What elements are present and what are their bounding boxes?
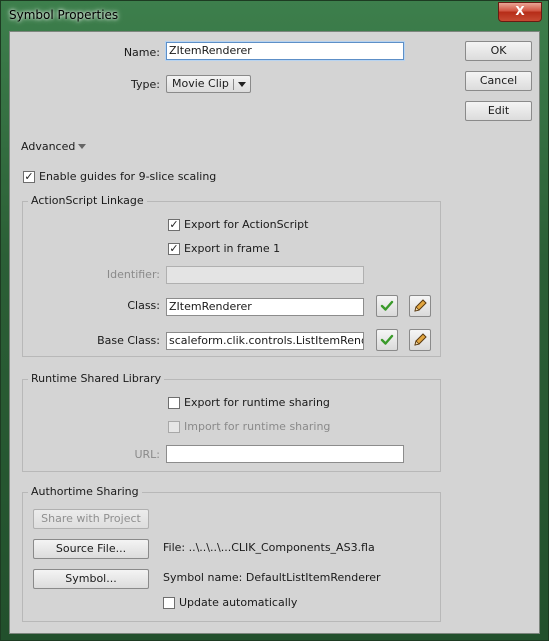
- actionscript-linkage-title: ActionScript Linkage: [28, 194, 147, 207]
- ok-button[interactable]: OK: [465, 41, 532, 61]
- type-select[interactable]: Movie Clip: [166, 75, 251, 93]
- edit-base-class-button[interactable]: [409, 329, 431, 351]
- select-separator: [233, 79, 234, 90]
- source-file-button[interactable]: Source File...: [33, 539, 149, 559]
- identifier-label: Identifier:: [106, 268, 160, 281]
- dialog-window: Symbol Properties X Name: ZItemRenderer …: [0, 0, 549, 641]
- window-title: Symbol Properties: [9, 8, 119, 22]
- enable-guides-checkbox[interactable]: ✓: [23, 171, 35, 183]
- title-bar[interactable]: Symbol Properties X: [1, 1, 548, 31]
- validate-class-button[interactable]: [376, 295, 398, 317]
- export-frame1-checkbox[interactable]: ✓: [168, 243, 180, 255]
- cancel-button[interactable]: Cancel: [465, 71, 532, 91]
- validate-base-class-button[interactable]: [376, 329, 398, 351]
- pencil-icon: [414, 299, 427, 312]
- base-class-input[interactable]: scaleform.clik.controls.ListItemRenderer: [166, 332, 364, 350]
- type-label: Type:: [131, 78, 160, 91]
- class-label: Class:: [127, 299, 160, 312]
- edit-button[interactable]: Edit: [465, 101, 532, 121]
- source-file-text: File: ..\..\..\...CLIK_Components_AS3.fl…: [163, 541, 375, 554]
- edit-class-button[interactable]: [409, 295, 431, 317]
- class-input[interactable]: ZItemRenderer: [166, 298, 364, 316]
- export-actionscript-checkbox[interactable]: ✓: [168, 219, 180, 231]
- identifier-input[interactable]: [166, 266, 364, 284]
- type-select-value: Movie Clip: [172, 77, 229, 90]
- share-with-project-button[interactable]: Share with Project: [33, 509, 149, 529]
- import-runtime-label: Import for runtime sharing: [184, 420, 331, 433]
- import-runtime-checkbox[interactable]: [168, 421, 180, 433]
- advanced-toggle[interactable]: Advanced: [21, 140, 111, 154]
- symbol-button[interactable]: Symbol...: [33, 569, 149, 589]
- chevron-down-icon: [238, 82, 246, 87]
- export-runtime-label: Export for runtime sharing: [184, 396, 330, 409]
- pencil-icon: [414, 333, 427, 346]
- checkmark-icon: [380, 334, 394, 345]
- symbol-name-text: Symbol name: DefaultListItemRenderer: [163, 571, 381, 584]
- triangle-down-icon: [78, 144, 86, 149]
- update-automatically-label: Update automatically: [179, 596, 298, 609]
- export-runtime-checkbox[interactable]: [168, 397, 180, 409]
- authortime-sharing-title: Authortime Sharing: [28, 485, 142, 498]
- url-label: URL:: [134, 448, 160, 461]
- runtime-shared-library-title: Runtime Shared Library: [28, 372, 165, 385]
- checkmark-icon: [380, 300, 394, 311]
- enable-guides-label: Enable guides for 9-slice scaling: [39, 170, 217, 183]
- export-frame1-label: Export in frame 1: [184, 242, 281, 255]
- base-class-label: Base Class:: [97, 334, 160, 347]
- close-button[interactable]: X: [498, 2, 542, 22]
- url-input[interactable]: [166, 445, 404, 463]
- advanced-label: Advanced: [21, 140, 76, 153]
- dialog-body: Name: ZItemRenderer Type: Movie Clip OK …: [9, 31, 540, 634]
- name-label: Name:: [123, 46, 160, 59]
- export-actionscript-label: Export for ActionScript: [184, 218, 309, 231]
- name-input[interactable]: ZItemRenderer: [166, 42, 404, 60]
- update-automatically-checkbox[interactable]: [163, 597, 175, 609]
